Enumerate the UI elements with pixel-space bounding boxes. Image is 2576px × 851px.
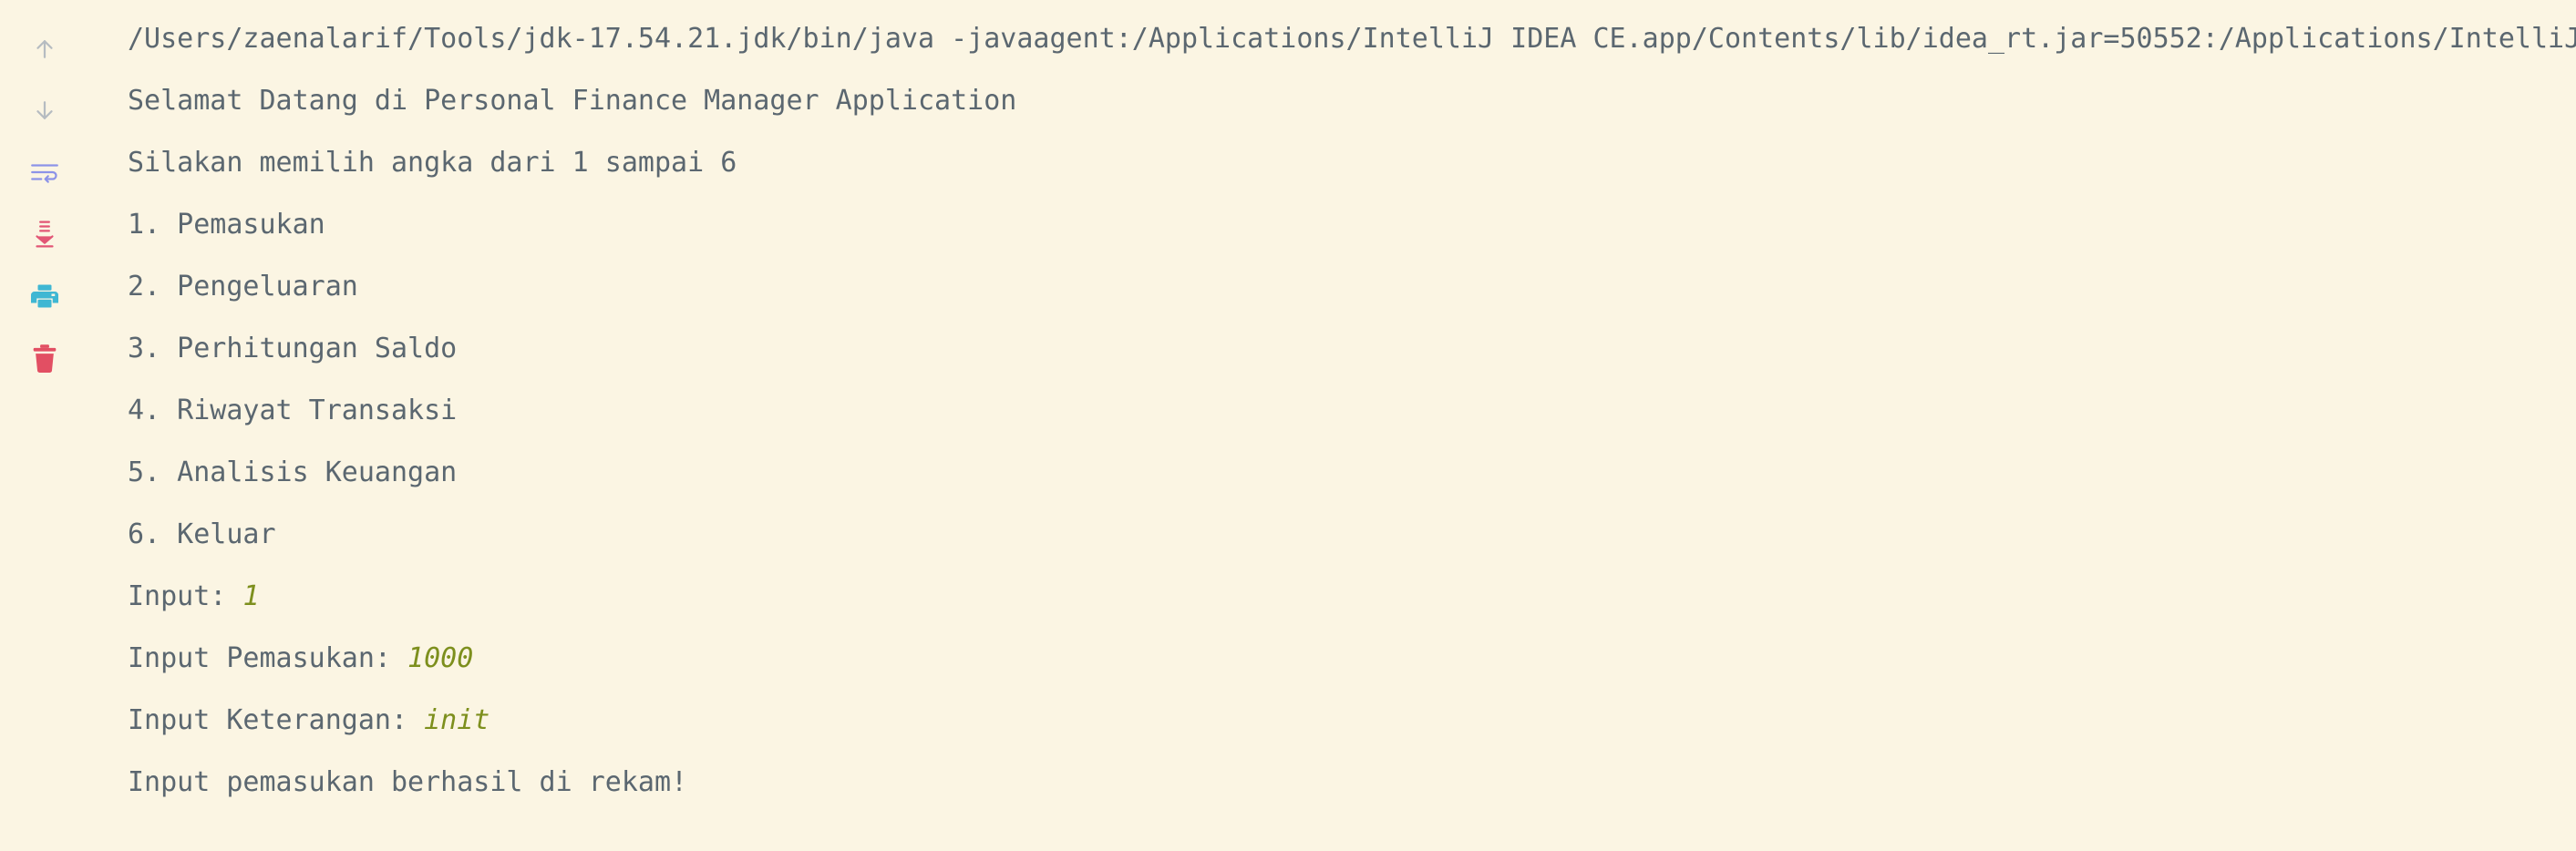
prompt-line: Silakan memilih angka dari 1 sampai 6 bbox=[128, 147, 737, 179]
description-value: init bbox=[424, 704, 490, 736]
scroll-down-button[interactable] bbox=[23, 88, 67, 132]
console-output[interactable]: /Users/zaenalarif/Tools/jdk-17.54.21.jdk… bbox=[128, 0, 2576, 851]
print-icon bbox=[29, 282, 60, 310]
soft-wrap-icon bbox=[29, 159, 60, 186]
menu-item-pemasukan: 1. Pemasukan bbox=[128, 209, 325, 241]
menu-item-perhitungan-saldo: 3. Perhitungan Saldo bbox=[128, 333, 458, 364]
clear-all-icon bbox=[32, 343, 57, 373]
result-line: Input pemasukan berhasil di rekam! bbox=[128, 766, 688, 798]
menu-item-pengeluaran: 2. Pengeluaran bbox=[128, 271, 358, 302]
scroll-to-end-icon bbox=[31, 219, 58, 250]
print-button[interactable] bbox=[23, 274, 67, 318]
income-label: Input Pemasukan: bbox=[128, 642, 408, 674]
scroll-to-end-button[interactable] bbox=[23, 212, 67, 256]
console-toolbar bbox=[0, 0, 89, 851]
soft-wrap-button[interactable] bbox=[23, 150, 67, 194]
welcome-line: Selamat Datang di Personal Finance Manag… bbox=[128, 85, 1017, 117]
scroll-down-icon bbox=[31, 97, 58, 124]
input-line: Input: 1 bbox=[128, 566, 260, 628]
java-command-line: /Users/zaenalarif/Tools/jdk-17.54.21.jdk… bbox=[128, 23, 2576, 55]
input-value: 1 bbox=[242, 580, 260, 612]
income-value: 1000 bbox=[407, 642, 474, 674]
menu-item-analisis-keuangan: 5. Analisis Keuangan bbox=[128, 456, 458, 488]
scroll-up-icon bbox=[31, 36, 58, 63]
scroll-up-button[interactable] bbox=[23, 27, 67, 71]
clear-all-button[interactable] bbox=[23, 336, 67, 380]
description-line: Input Keterangan: init bbox=[128, 690, 489, 752]
description-label: Input Keterangan: bbox=[128, 704, 425, 736]
income-line: Input Pemasukan: 1000 bbox=[128, 628, 473, 690]
menu-item-riwayat-transaksi: 4. Riwayat Transaksi bbox=[128, 395, 458, 426]
input-label: Input: bbox=[128, 580, 243, 612]
menu-item-keluar: 6. Keluar bbox=[128, 518, 276, 550]
